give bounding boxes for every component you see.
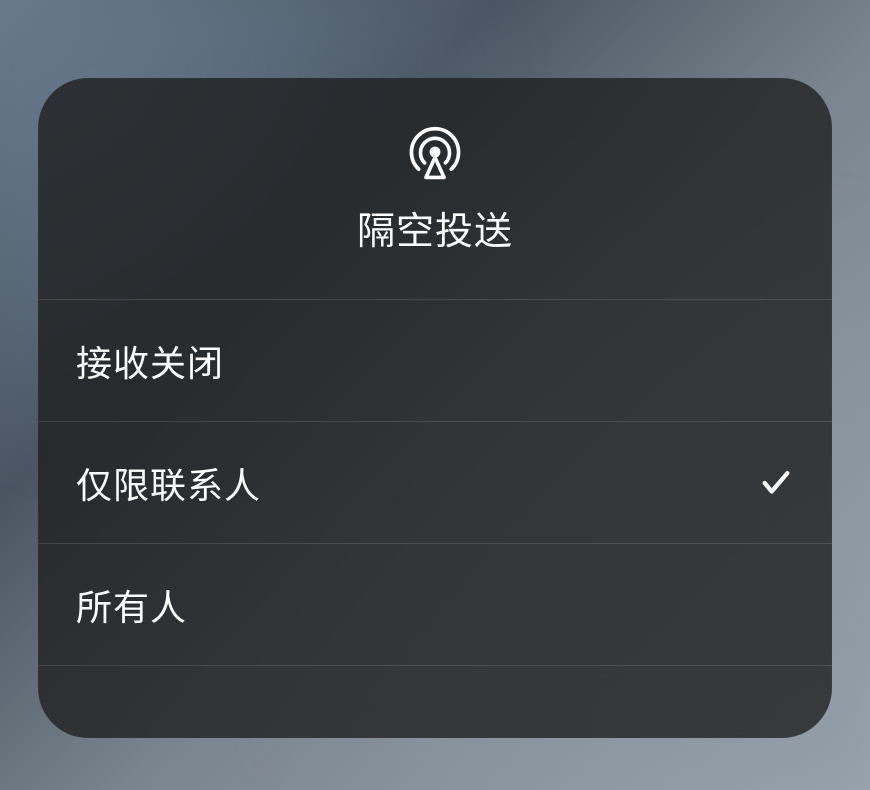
option-everyone[interactable]: 所有人 bbox=[38, 544, 832, 666]
panel-header: 隔空投送 bbox=[38, 78, 832, 300]
airdrop-settings-panel: 隔空投送 接收关闭 仅限联系人 所有人 bbox=[38, 78, 832, 738]
panel-title: 隔空投送 bbox=[357, 200, 513, 255]
option-label: 所有人 bbox=[76, 579, 187, 631]
airdrop-icon bbox=[405, 122, 465, 182]
airdrop-options-list: 接收关闭 仅限联系人 所有人 bbox=[38, 300, 832, 666]
option-contacts-only[interactable]: 仅限联系人 bbox=[38, 422, 832, 544]
option-label: 仅限联系人 bbox=[76, 457, 261, 509]
option-receiving-off[interactable]: 接收关闭 bbox=[38, 300, 832, 422]
option-label: 接收关闭 bbox=[76, 335, 224, 387]
checkmark-icon bbox=[758, 465, 794, 501]
